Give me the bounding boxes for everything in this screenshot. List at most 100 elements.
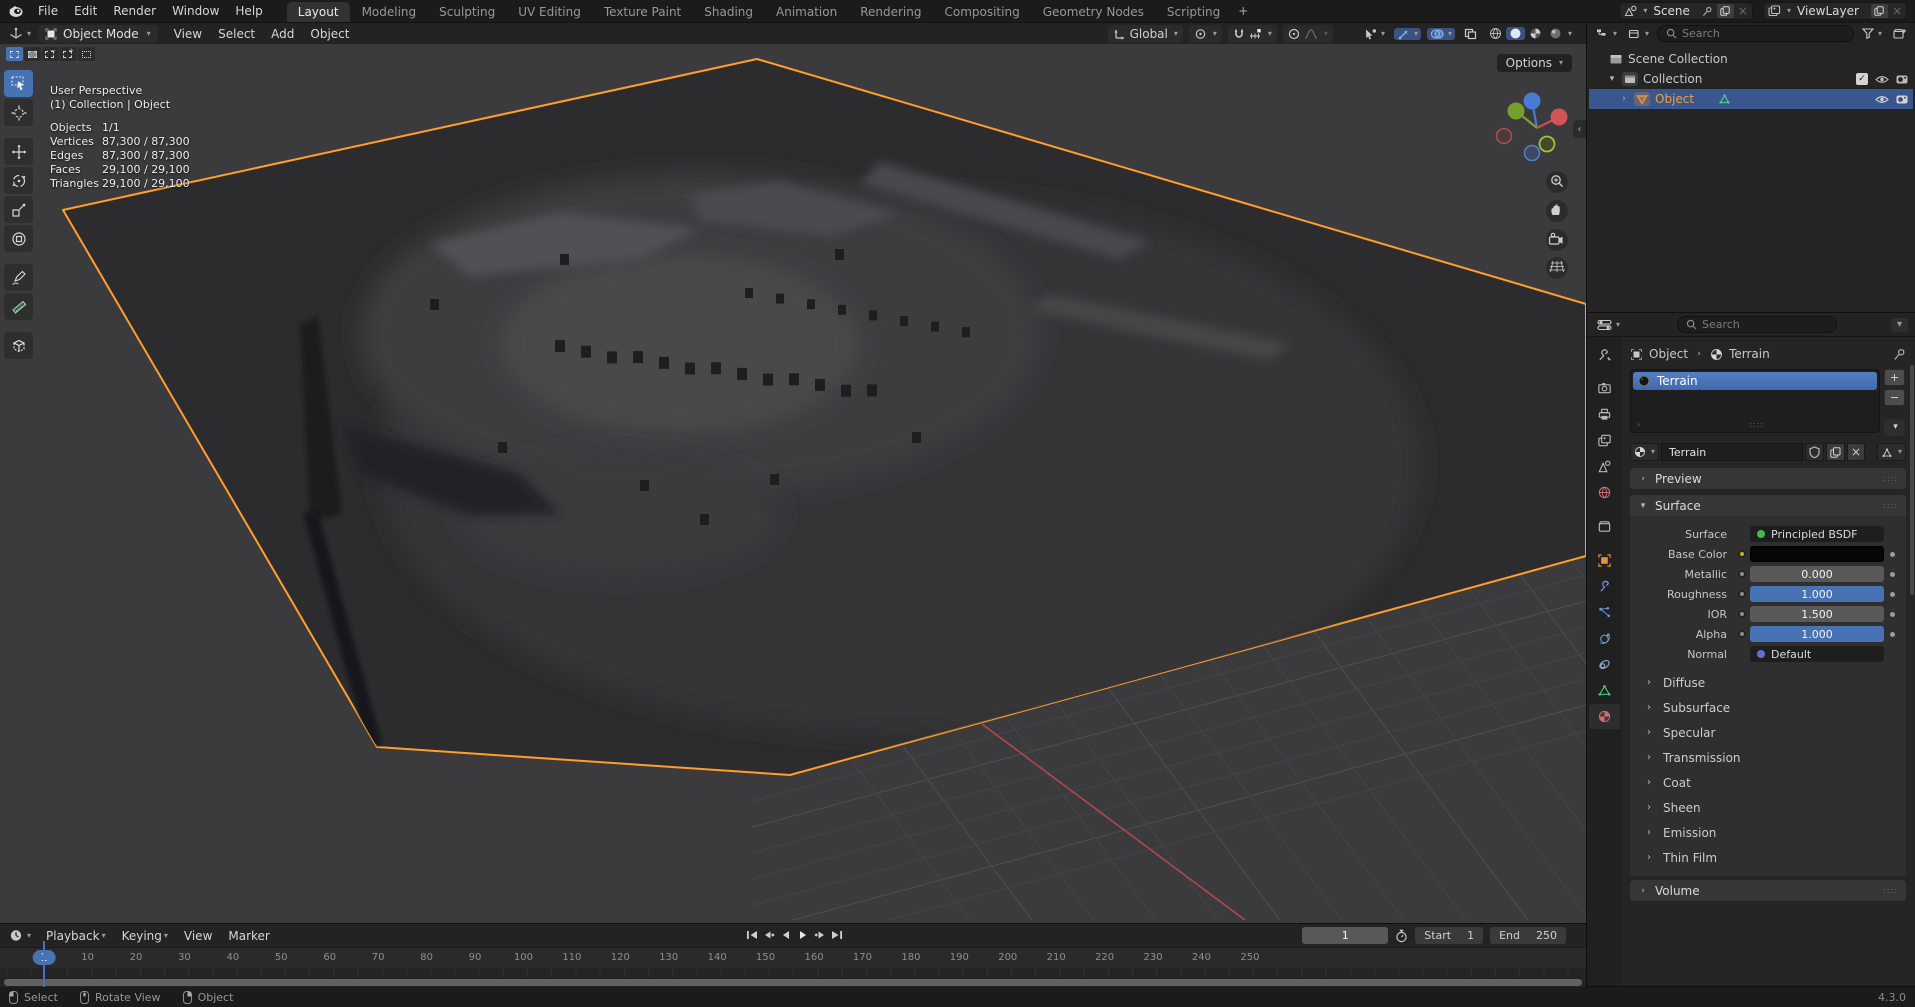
object-visibility-dropdown[interactable]: ▾ [1361, 28, 1388, 40]
timeline-menu-marker[interactable]: Marker [220, 928, 277, 944]
end-frame-field[interactable]: End250 [1490, 927, 1566, 944]
field-surface[interactable]: Principled BSDF [1750, 526, 1884, 542]
mode-dropdown[interactable]: Object Mode ▾ [38, 25, 158, 43]
subpanel-diffuse[interactable]: ›Diffuse [1630, 670, 1902, 695]
menu-file[interactable]: File [30, 3, 66, 19]
expand-icon[interactable]: › [1637, 420, 1640, 429]
field-base-color[interactable] [1750, 546, 1884, 562]
breadcrumb-data[interactable]: Terrain [1729, 347, 1770, 361]
snap-controls[interactable]: ▾ [1228, 25, 1277, 43]
transform-orientation-dropdown[interactable]: Global ▾ [1108, 25, 1183, 43]
workspace-tab-animation[interactable]: Animation [765, 2, 848, 22]
animate-dot[interactable] [1890, 632, 1895, 637]
subpanel-subsurface[interactable]: ›Subsurface [1630, 695, 1902, 720]
viewport-menu-add[interactable]: Add [263, 26, 302, 42]
pivot-point-dropdown[interactable]: ▾ [1189, 25, 1222, 43]
start-frame-field[interactable]: Start1 [1415, 927, 1483, 944]
new-scene-button[interactable] [1717, 4, 1734, 18]
menu-help[interactable]: Help [227, 3, 270, 19]
checkbox-icon[interactable]: ✓ [1856, 73, 1868, 85]
tool-tab[interactable] [1589, 342, 1620, 367]
subpanel-emission[interactable]: ›Emission [1630, 820, 1902, 845]
current-frame-field[interactable]: 1 [1302, 927, 1388, 944]
select-mode-invert[interactable]: + [60, 47, 77, 61]
subpanel-transmission[interactable]: ›Transmission [1630, 745, 1902, 770]
add-workspace-button[interactable]: + [1231, 1, 1255, 21]
subpanel-specular[interactable]: ›Specular [1630, 720, 1902, 745]
grip-icon[interactable]: :::: [1749, 420, 1764, 429]
eye-icon[interactable] [1875, 95, 1889, 104]
output-tab[interactable] [1589, 402, 1620, 427]
modifiers-tab[interactable] [1589, 574, 1620, 599]
cursor-tool[interactable] [4, 99, 33, 126]
show-overlays-toggle[interactable]: ▾ [1427, 28, 1455, 40]
material-slot-row[interactable]: Terrain [1633, 372, 1877, 390]
material-slot-list[interactable]: Terrain › :::: [1630, 369, 1880, 433]
particles-tab[interactable] [1589, 600, 1620, 625]
scene-selector[interactable]: ▾ Scene × [1619, 2, 1753, 20]
workspace-tab-geometry-nodes[interactable]: Geometry Nodes [1032, 2, 1155, 22]
timeline-menu-keying[interactable]: Keying▾ [114, 928, 176, 944]
gizmo-axis-z-neg[interactable] [1525, 146, 1540, 161]
slider-ior[interactable]: 1.500 [1750, 606, 1884, 622]
outliner-display-mode-button[interactable]: ▾ [1625, 28, 1652, 40]
pin-icon[interactable] [1702, 6, 1713, 17]
slider-metallic[interactable]: 0.000 [1750, 566, 1884, 582]
add-cube-tool[interactable] [4, 332, 33, 359]
editor-type-button[interactable]: ▾ [6, 27, 34, 40]
gizmo-axis-z[interactable] [1524, 93, 1541, 110]
scene-tab[interactable] [1589, 454, 1620, 479]
transform-tool[interactable] [4, 225, 33, 252]
outliner-row-object[interactable]: › Object [1589, 89, 1913, 109]
shading-material-button[interactable] [1526, 27, 1545, 40]
animate-dot[interactable] [1890, 612, 1895, 617]
viewport-menu-object[interactable]: Object [302, 26, 357, 42]
slider-alpha[interactable]: 1.000 [1750, 626, 1884, 642]
properties-search-input[interactable]: Search [1677, 316, 1837, 333]
material-name-field[interactable]: Terrain [1661, 443, 1803, 461]
proportional-edit-icon[interactable] [1288, 28, 1300, 40]
properties-scrollbar[interactable] [1910, 365, 1914, 595]
jump-to-start-button[interactable] [744, 926, 759, 944]
workspace-tab-modeling[interactable]: Modeling [351, 2, 428, 22]
show-gizmo-toggle[interactable]: ▾ [1394, 28, 1421, 40]
slider-roughness[interactable]: 1.000 [1750, 586, 1884, 602]
fake-user-button[interactable] [1805, 443, 1824, 461]
view-layer-tab[interactable] [1589, 428, 1620, 453]
outliner-row-collection[interactable]: ▾ Collection ✓ [1589, 69, 1913, 89]
object-properties-tab[interactable] [1589, 548, 1620, 573]
shading-solid-button[interactable] [1506, 27, 1525, 40]
next-keyframe-button[interactable] [812, 926, 827, 944]
chevron-down-icon[interactable]: ▾ [1607, 74, 1617, 84]
new-viewlayer-button[interactable] [1871, 4, 1888, 18]
xray-toggle[interactable] [1461, 28, 1480, 40]
previous-keyframe-button[interactable] [761, 926, 776, 944]
preview-panel-header[interactable]: › Preview :::: [1630, 468, 1906, 489]
properties-editor-type-button[interactable]: ▾ [1594, 319, 1623, 331]
select-mode-extend[interactable] [24, 47, 41, 61]
timeline-scrollbar[interactable] [4, 979, 1582, 986]
gizmo-axis-y[interactable] [1508, 103, 1525, 120]
volume-panel-header[interactable]: › Volume :::: [1630, 880, 1906, 901]
play-button[interactable] [795, 926, 810, 944]
physics-tab[interactable] [1589, 626, 1620, 651]
remove-slot-button[interactable]: − [1884, 389, 1905, 406]
select-mode-subtract[interactable]: − [42, 47, 59, 61]
magnet-icon[interactable] [1233, 28, 1245, 40]
jump-to-end-button[interactable] [829, 926, 844, 944]
timeline-tick-strip[interactable] [0, 968, 1586, 977]
link-material-to-button[interactable]: ▾ [1877, 443, 1906, 461]
delete-scene-button[interactable]: × [1738, 4, 1748, 18]
timeline-ruler[interactable]: 1 10203040506070809010011012013014015016… [0, 947, 1586, 968]
workspace-tab-uv-editing[interactable]: UV Editing [507, 2, 592, 22]
gizmo-axis-x[interactable] [1551, 109, 1568, 126]
falloff-curve-icon[interactable] [1304, 28, 1318, 40]
constraints-tab[interactable] [1589, 652, 1620, 677]
workspace-tab-rendering[interactable]: Rendering [849, 2, 932, 22]
camera-icon[interactable] [1896, 74, 1908, 84]
unlink-material-button[interactable]: × [1847, 443, 1865, 461]
playhead-line[interactable] [43, 941, 45, 987]
outliner-editor-type-button[interactable]: ▾ [1593, 28, 1620, 40]
workspace-tab-layout[interactable]: Layout [287, 2, 350, 22]
preview-range-icon[interactable] [1395, 929, 1408, 943]
